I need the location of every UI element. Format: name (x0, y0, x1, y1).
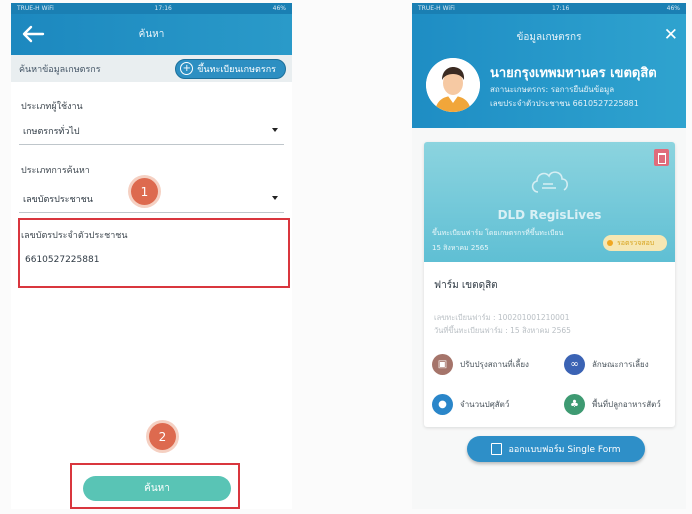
document-icon (491, 443, 503, 455)
delete-icon[interactable] (654, 149, 669, 166)
search-subheader: ค้นหาข้อมูลเกษตรกร + ขึ้นทะเบียนเกษตรกร (11, 55, 292, 82)
brand-name: DLD RegisLives (497, 208, 602, 222)
menu-label: ลักษณะการเลี้ยง (592, 360, 649, 369)
user-type-value: เกษตรกรทั่วไป (23, 126, 80, 137)
menu-improve-location[interactable]: ▣ ปรับปรุงสถานที่เลี้ยง (432, 354, 529, 375)
farmer-id-line: เลขประจำตัวประชาชน 6610527225881 (490, 99, 639, 108)
avatar (426, 58, 480, 112)
farmer-avatar-icon (426, 58, 480, 112)
cloud-logo-icon (531, 171, 568, 193)
user-type-select[interactable]: เกษตรกรทั่วไป (19, 117, 284, 145)
single-form-button[interactable]: ออกแบบฟอร์ม Single Form (467, 436, 645, 462)
pending-badge: รอตรวจสอบ (603, 235, 667, 251)
menu-feed-area[interactable]: ♣ พื้นที่ปลูกอาหารสัตว์ (564, 394, 661, 415)
single-form-label: ออกแบบฟอร์ม Single Form (508, 445, 621, 455)
status-bar: TRUE-H WiFi 17:16 46% (412, 3, 686, 14)
farm-name: ฟาร์ม เขตดุสิต (434, 280, 498, 291)
farmer-profile-header: นายกรุงเทพมหานคร เขตดุสิต สถานะเกษตรกร: … (412, 56, 686, 128)
step-marker-2: 2 (149, 423, 176, 450)
user-type-label: ประเภทผู้ใช้งาน (21, 102, 83, 112)
building-icon: ▣ (432, 354, 453, 375)
paw-icon: ● (432, 394, 453, 415)
page-title: ข้อมูลเกษตรกร (516, 32, 582, 43)
banner-registration-line: ขึ้นทะเบียนฟาร์ม โดยเกษตรกรที่ขึ้นทะเบีย… (432, 229, 564, 237)
farm-reg-date: วันที่ขึ้นทะเบียนฟาร์ม : 15 สิงหาคม 2565 (434, 326, 571, 335)
battery-text: 46% (272, 5, 286, 12)
screenshot-canvas: TRUE-H WiFi 17:16 46% ค้นหา ค้นหาข้อมูลเ… (0, 0, 692, 514)
id-field-label: เลขบัตรประจำตัวประชาชน (21, 231, 128, 241)
farmer-name: นายกรุงเทพมหานคร เขตดุสิต (490, 66, 657, 81)
page-title: ค้นหา (138, 29, 165, 40)
link-icon: ∞ (564, 354, 585, 375)
clock-text: 17:16 (552, 5, 570, 12)
menu-livestock-count[interactable]: ● จำนวนปศุสัตว์ (432, 394, 509, 415)
farm-banner: DLD RegisLives ขึ้นทะเบียนฟาร์ม โดยเกษตร… (424, 142, 675, 262)
id-number-value: 6610527225881 (25, 255, 100, 265)
banner-date-line: 15 สิงหาคม 2565 (432, 244, 489, 252)
plus-circle-icon: + (180, 62, 194, 75)
carrier-text: TRUE-H WiFi (17, 5, 54, 12)
chevron-down-icon (272, 128, 278, 132)
farmer-info-screen: TRUE-H WiFi 17:16 46% ข้อมูลเกษตรกร ✕ นา… (412, 3, 686, 509)
menu-label: ปรับปรุงสถานที่เลี้ยง (460, 360, 529, 369)
search-type-value: เลขบัตรประชาชน (23, 194, 93, 205)
menu-label: จำนวนปศุสัตว์ (460, 400, 510, 409)
farm-reg-number: เลขทะเบียนฟาร์ม : 100201001210001 (434, 313, 570, 322)
register-farmer-label: ขึ้นทะเบียนเกษตรกร (197, 64, 276, 75)
step-marker-1: 1 (131, 178, 158, 205)
app-bar: ข้อมูลเกษตรกร ✕ (412, 14, 686, 56)
status-dot-icon (607, 240, 613, 246)
clock-text: 17:16 (154, 5, 172, 12)
close-icon[interactable]: ✕ (664, 27, 678, 44)
search-button[interactable]: ค้นหา (83, 476, 231, 501)
farmer-status: สถานะเกษตรกร: รอการยืนยันข้อมูล (490, 85, 615, 94)
register-farmer-button[interactable]: + ขึ้นทะเบียนเกษตรกร (175, 58, 286, 79)
id-number-input[interactable]: 6610527225881 (21, 246, 276, 274)
leaf-icon: ♣ (564, 394, 585, 415)
menu-label: พื้นที่ปลูกอาหารสัตว์ (592, 400, 661, 409)
search-screen: TRUE-H WiFi 17:16 46% ค้นหา ค้นหาข้อมูลเ… (11, 3, 292, 509)
pending-label: รอตรวจสอบ (617, 238, 655, 247)
farm-card[interactable]: DLD RegisLives ขึ้นทะเบียนฟาร์ม โดยเกษตร… (424, 142, 675, 427)
status-bar: TRUE-H WiFi 17:16 46% (11, 3, 292, 14)
app-bar: ค้นหา (11, 14, 292, 55)
subheader-label: ค้นหาข้อมูลเกษตรกร (19, 64, 101, 75)
carrier-text: TRUE-H WiFi (418, 5, 455, 12)
menu-raising-type[interactable]: ∞ ลักษณะการเลี้ยง (564, 354, 649, 375)
search-type-label: ประเภทการค้นหา (21, 166, 90, 176)
battery-text: 46% (666, 5, 680, 12)
chevron-down-icon (272, 196, 278, 200)
